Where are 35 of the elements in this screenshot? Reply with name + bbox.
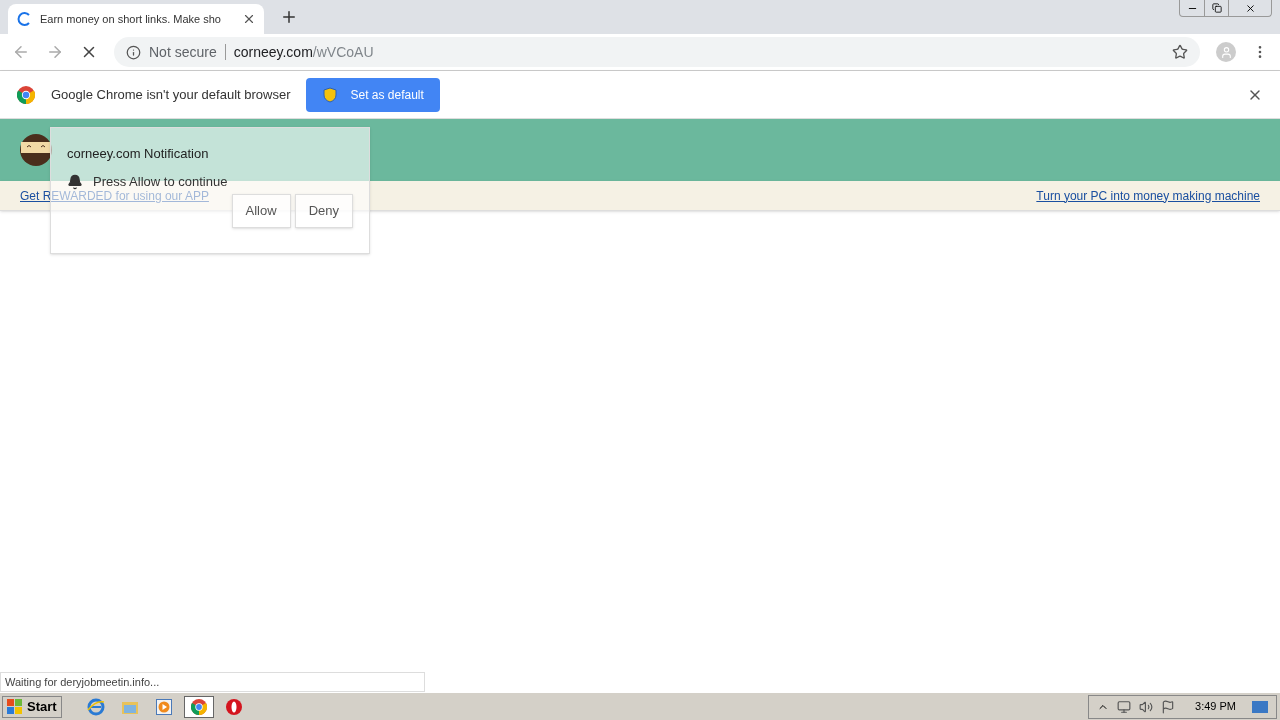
chrome-icon [190, 698, 207, 715]
tab-title: Earn money on short links. Make sho [40, 11, 221, 27]
flag-icon[interactable] [1161, 699, 1176, 714]
url-text: corneey.com/wVCoAU [233, 42, 374, 62]
shield-icon [322, 86, 339, 103]
clock: 3:49 PM [1195, 699, 1236, 715]
promo-link[interactable]: Turn your PC into money making machine [1036, 186, 1260, 205]
notification-button[interactable]: Allow [231, 193, 291, 228]
show-desktop-button[interactable] [1252, 700, 1268, 713]
notification-message: Press Allow to continue [93, 174, 228, 189]
info-icon [126, 44, 141, 60]
security-label: Not secure [149, 42, 217, 62]
close-icon [1244, 2, 1256, 14]
network-icon[interactable] [1117, 699, 1132, 714]
volume-icon[interactable] [1139, 699, 1154, 714]
address-bar[interactable]: Not secure corneey.com/wVCoAU [114, 37, 1200, 67]
play-icon [155, 698, 172, 715]
ninja-mascot-icon [20, 132, 52, 168]
taskbar-app[interactable] [183, 695, 214, 718]
opera-icon [225, 698, 242, 715]
set-default-button[interactable]: Set as default [306, 77, 440, 112]
chrome-icon [17, 85, 35, 104]
notification-button[interactable]: Deny [294, 193, 353, 228]
new-tab-icon[interactable] [280, 8, 298, 26]
start-button[interactable]: Start [2, 695, 62, 718]
browser-tab[interactable]: Earn money on short links. Make sho [8, 4, 264, 34]
bookmark-star-icon[interactable] [1172, 44, 1188, 60]
infobar-message: Google Chrome isn't your default browser [51, 85, 291, 104]
status-bubble: Waiting for deryjobmeetin.info... [0, 672, 425, 692]
windows-logo-icon [7, 698, 23, 715]
bell-icon [67, 173, 83, 190]
browser-e-icon [86, 697, 105, 716]
notification-title: corneey.com Notification [67, 145, 210, 163]
restore-icon [1211, 3, 1222, 13]
close-tab-icon[interactable] [242, 12, 256, 26]
